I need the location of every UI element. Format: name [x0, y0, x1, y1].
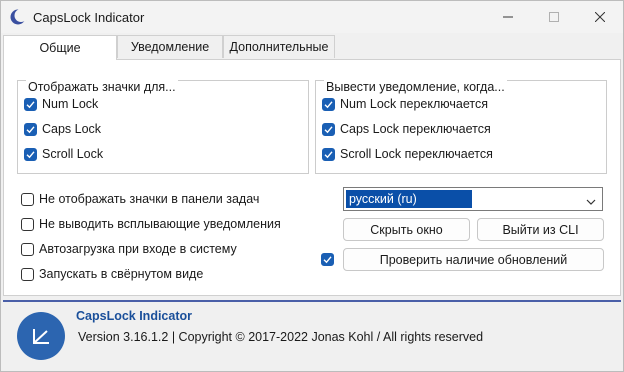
button-label: Проверить наличие обновлений [379, 252, 568, 267]
checkbox-label: Не выводить всплывающие уведомления [39, 217, 281, 231]
notify-caps-lock-checkbox[interactable]: Caps Lock переключается [322, 122, 491, 136]
tab-label: Общие [39, 41, 81, 55]
hide-taskbar-icons-checkbox[interactable]: Не отображать значки в панели задач [21, 192, 259, 206]
checkmark-icon [24, 122, 37, 136]
notify-scroll-lock-checkbox[interactable]: Scroll Lock переключается [322, 147, 493, 161]
checkbox-box [21, 192, 34, 206]
group-title: Вывести уведомление, когда... [324, 80, 507, 94]
no-popups-checkbox[interactable]: Не выводить всплывающие уведомления [21, 217, 281, 231]
checkbox-label: Автозагрузка при входе в систему [39, 242, 237, 256]
button-label: Выйти из CLI [502, 222, 579, 237]
chevron-down-icon [586, 195, 596, 209]
check-updates-button[interactable]: Проверить наличие обновлений [343, 248, 604, 271]
checkmark-icon [24, 147, 37, 161]
checkbox-label: Caps Lock [42, 122, 102, 136]
maximize-button[interactable] [531, 1, 577, 33]
crescent-moon-icon [9, 8, 28, 26]
checkmark-icon [322, 97, 335, 111]
language-select[interactable]: русский (ru) [343, 187, 603, 211]
checkbox-label: Запускать в свёрнутом виде [39, 267, 204, 281]
close-icon [595, 12, 605, 22]
window-title: CapsLock Indicator [33, 10, 145, 25]
maximize-icon [549, 12, 559, 22]
start-minimized-checkbox[interactable]: Запускать в свёрнутом виде [21, 267, 203, 281]
hide-window-button[interactable]: Скрыть окно [343, 218, 470, 241]
group-title: Отображать значки для... [26, 80, 178, 94]
checkbox-label: Не отображать значки в панели задач [39, 192, 260, 206]
num-lock-checkbox[interactable]: Num Lock [24, 97, 98, 111]
scroll-lock-checkbox[interactable]: Scroll Lock [24, 147, 103, 161]
checkbox-label: Caps Lock переключается [340, 122, 491, 136]
checkbox-label: Num Lock переключается [340, 97, 488, 111]
title-bar[interactable]: CapsLock Indicator [1, 1, 623, 33]
checkbox-label: Scroll Lock [42, 147, 104, 161]
tab-label: Дополнительные [229, 40, 329, 54]
checkmark-icon [322, 147, 335, 161]
notify-num-lock-checkbox[interactable]: Num Lock переключается [322, 97, 488, 111]
language-value: русский (ru) [346, 190, 472, 208]
close-button[interactable] [577, 1, 623, 33]
tab-label: Уведомление [130, 40, 210, 54]
minimize-button[interactable] [485, 1, 531, 33]
app-window: CapsLock Indicator Общие Уведомление Доп… [0, 0, 624, 372]
checkbox-box [21, 217, 34, 231]
about-app-name: CapsLock Indicator [76, 309, 192, 323]
caps-lock-checkbox[interactable]: Caps Lock [24, 122, 101, 136]
capslock-logo-icon [17, 312, 65, 360]
autostart-checkbox[interactable]: Автозагрузка при входе в систему [21, 242, 237, 256]
about-version: Version 3.16.1.2 | Copyright © 2017-2022… [78, 330, 484, 344]
minimize-icon [503, 12, 513, 22]
button-label: Скрыть окно [370, 222, 443, 237]
divider [3, 300, 621, 302]
checkmark-icon [24, 97, 37, 111]
checkbox-box [21, 267, 34, 281]
checkbox-label: Num Lock [42, 97, 99, 111]
tab-general[interactable]: Общие [3, 35, 117, 60]
tab-advanced[interactable]: Дополнительные [223, 35, 335, 58]
checkmark-icon [322, 122, 335, 136]
check-updates-checkbox[interactable] [321, 253, 334, 266]
tab-notification[interactable]: Уведомление [117, 35, 223, 58]
checkbox-box [21, 242, 34, 256]
checkbox-label: Scroll Lock переключается [340, 147, 493, 161]
exit-cli-button[interactable]: Выйти из CLI [477, 218, 604, 241]
